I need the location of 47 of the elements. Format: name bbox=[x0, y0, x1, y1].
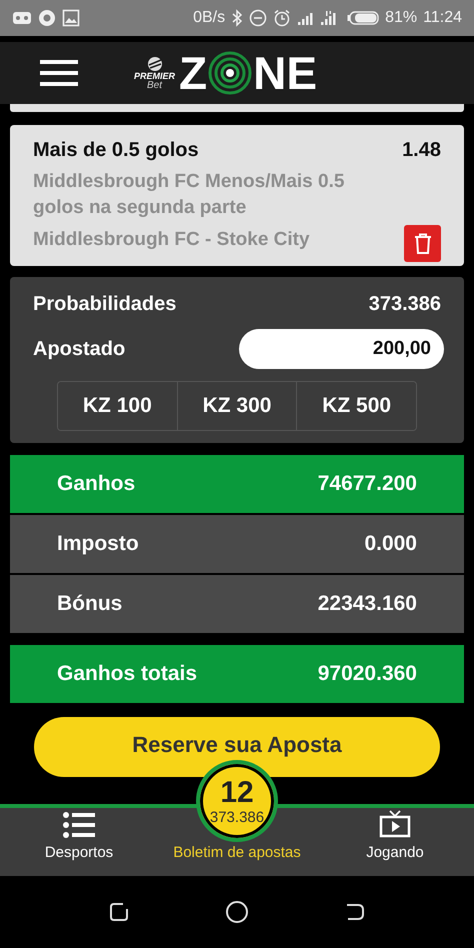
gamepad-icon bbox=[12, 10, 32, 26]
nav-tab[interactable]: Boletim de apostas bbox=[158, 842, 316, 864]
summary-value: 22343.160 bbox=[318, 591, 417, 618]
odds-label: Probabilidades bbox=[33, 292, 176, 317]
selection-name: Mais de 0.5 golos bbox=[33, 138, 199, 163]
odds-value: 1.48 bbox=[402, 138, 441, 163]
tv-icon bbox=[379, 810, 411, 838]
reserve-bet-button[interactable]: Reserve sua Aposta bbox=[34, 717, 440, 777]
badge-odds: 373.386 bbox=[210, 810, 264, 824]
delete-button[interactable] bbox=[404, 225, 441, 262]
bet-count: 12 bbox=[220, 778, 254, 808]
home-icon bbox=[224, 900, 249, 924]
ball-icon bbox=[146, 56, 162, 72]
browser-icon bbox=[38, 9, 56, 27]
brand-subname: Bet bbox=[147, 80, 162, 90]
summary-label: Ganhos totais bbox=[57, 661, 198, 688]
menu-button[interactable] bbox=[40, 60, 78, 86]
summary-label: Imposto bbox=[57, 531, 139, 558]
amount-button[interactable]: KZ 500 bbox=[296, 382, 416, 430]
network-speed: 0B/s bbox=[193, 8, 226, 28]
stake-field[interactable]: 200,00 bbox=[239, 329, 444, 369]
brand-name: PREMIER bbox=[134, 72, 176, 80]
battery-percent: 81% bbox=[385, 8, 418, 28]
battery-icon bbox=[347, 10, 380, 26]
target-rings-icon bbox=[207, 51, 254, 95]
alarm-icon bbox=[273, 9, 292, 27]
match-name: Middlesbrough FC - Stoke City bbox=[33, 228, 310, 252]
back-icon bbox=[344, 901, 366, 923]
bluetooth-icon bbox=[231, 9, 244, 27]
summary-value: 97020.360 bbox=[318, 661, 417, 688]
nav-tab[interactable]: Desportos bbox=[0, 812, 158, 864]
summary-label: Bónus bbox=[57, 591, 122, 618]
summary-value: 0.000 bbox=[364, 531, 417, 558]
nav-tab[interactable]: Jogando bbox=[316, 810, 474, 864]
summary-value: 74677.200 bbox=[318, 471, 417, 498]
logo-text: NE bbox=[253, 50, 318, 96]
image-icon bbox=[62, 9, 80, 27]
logo-text: Z bbox=[179, 50, 208, 96]
summary-label: Ganhos bbox=[57, 471, 136, 498]
recent-apps-icon bbox=[108, 901, 130, 923]
stake-label: Apostado bbox=[33, 337, 126, 362]
clock: 11:24 bbox=[423, 8, 462, 28]
list-icon bbox=[63, 812, 95, 838]
do-not-disturb-icon bbox=[249, 9, 268, 27]
market-name: Middlesbrough FC Menos/Mais 0.5 golos na segunda parte bbox=[33, 170, 346, 220]
total-odds: 373.386 bbox=[368, 292, 441, 317]
trash-icon bbox=[414, 232, 432, 254]
